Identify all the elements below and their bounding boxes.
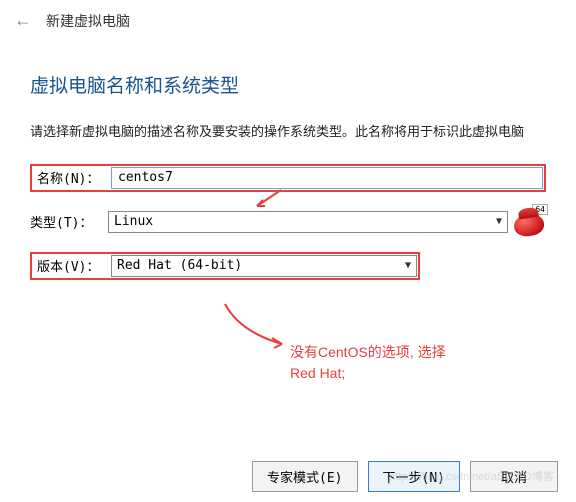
name-highlight-box: 名称(N)： xyxy=(30,164,546,192)
section-title: 虚拟电脑名称和系统类型 xyxy=(30,71,546,98)
name-input[interactable] xyxy=(111,167,543,189)
next-button[interactable]: 下一步(N) xyxy=(368,461,460,492)
annotation-version-hint: 没有CentOS的选项, 选择 Red Hat; xyxy=(290,342,446,384)
name-label: 名称(N)： xyxy=(33,168,111,187)
type-select-value: Linux xyxy=(114,214,153,229)
back-arrow-icon[interactable]: ← xyxy=(14,10,32,31)
window-title: 新建虚拟电脑 xyxy=(46,11,130,31)
cancel-button[interactable]: 取消 xyxy=(470,461,558,492)
chevron-down-icon: ▼ xyxy=(496,216,502,227)
type-label: 类型(T)： xyxy=(30,212,108,231)
annotation-arrow-2 xyxy=(220,302,290,352)
os-icon-redhat: 64 xyxy=(514,206,546,238)
version-label: 版本(V)： xyxy=(33,256,111,275)
expert-mode-button[interactable]: 专家模式(E) xyxy=(252,461,357,492)
description-text: 请选择新虚拟电脑的描述名称及要安装的操作系统类型。此名称将用于标识此虚拟电脑 xyxy=(30,122,546,142)
chevron-down-icon: ▼ xyxy=(405,260,411,271)
version-highlight-box: 版本(V)： Red Hat (64-bit) ▼ xyxy=(30,252,420,280)
version-select[interactable]: Red Hat (64-bit) ▼ xyxy=(111,255,417,277)
version-select-value: Red Hat (64-bit) xyxy=(117,258,242,273)
type-select[interactable]: Linux ▼ xyxy=(108,211,508,233)
